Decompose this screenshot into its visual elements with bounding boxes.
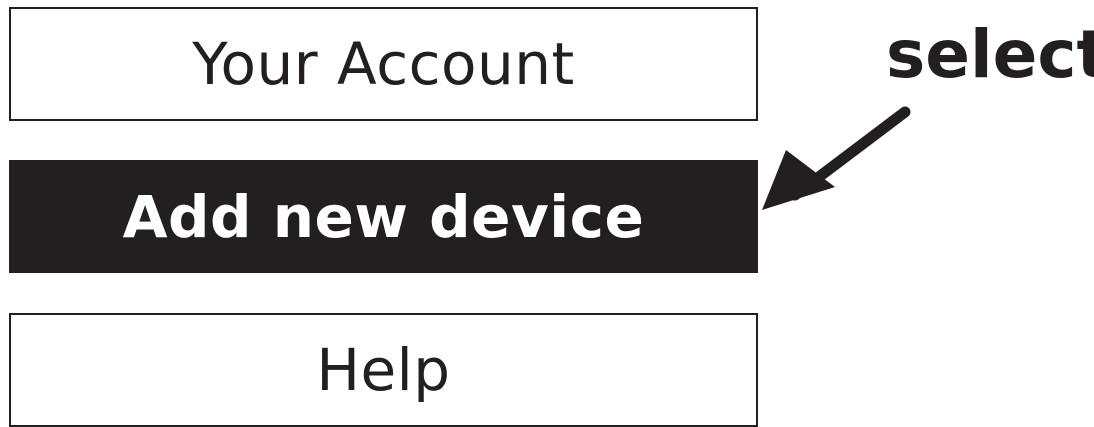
menu-item-label: Your Account <box>192 30 575 98</box>
menu-item-add-new-device[interactable]: Add new device <box>9 160 758 273</box>
menu-item-help[interactable]: Help <box>9 313 758 427</box>
menu-item-label: Help <box>316 336 451 404</box>
menu-item-label: Add new device <box>122 182 645 251</box>
callout-label: select <box>886 16 1094 93</box>
menu-item-your-account[interactable]: Your Account <box>9 7 758 121</box>
